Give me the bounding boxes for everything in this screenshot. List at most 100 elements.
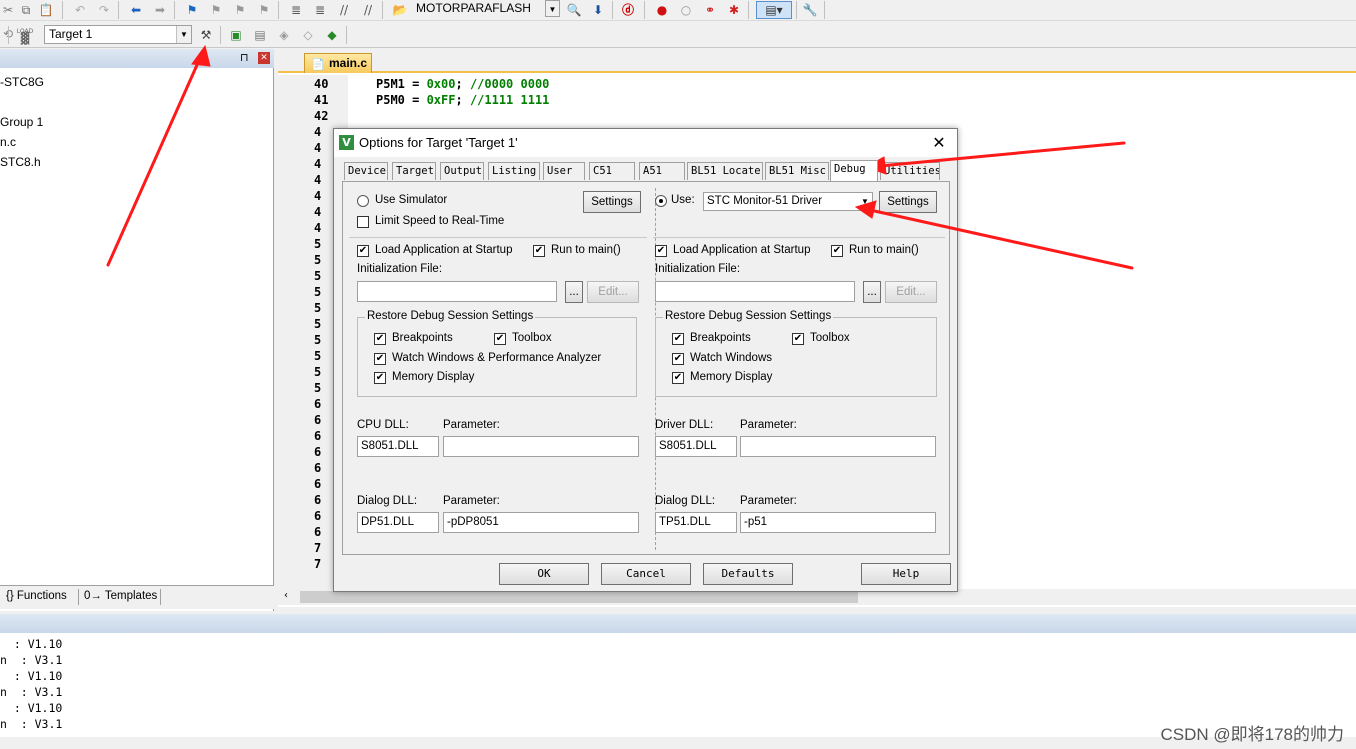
project-item-target[interactable]: -STC8G bbox=[0, 75, 44, 89]
right-toolbox-checkbox[interactable]: ✔ bbox=[792, 333, 804, 345]
left-run-to-main-checkbox[interactable]: ✔ bbox=[533, 245, 545, 257]
line-number: 4 bbox=[314, 125, 322, 139]
tab-c51[interactable]: C51 bbox=[589, 162, 635, 180]
simulator-settings-button[interactable]: Settings bbox=[583, 191, 641, 213]
undo-icon[interactable]: ↶ bbox=[72, 2, 88, 18]
tab-bl51-locate[interactable]: BL51 Locate bbox=[687, 162, 763, 180]
right-watch-checkbox[interactable]: ✔ bbox=[672, 353, 684, 365]
right-load-app-checkbox[interactable]: ✔ bbox=[655, 245, 667, 257]
code-line[interactable]: P5M1 = 0x00; //0000 0000 bbox=[376, 77, 549, 91]
tab-templates[interactable]: 0→ Templates bbox=[84, 590, 157, 602]
use-simulator-radio[interactable] bbox=[357, 195, 369, 207]
left-memory-checkbox[interactable]: ✔ bbox=[374, 372, 386, 384]
copy-icon[interactable]: ⧉ bbox=[18, 2, 34, 18]
find-combo[interactable]: MOTORPARAFLASH ▼ bbox=[412, 0, 560, 19]
bookmark-icon[interactable]: ⚑ bbox=[184, 2, 200, 18]
comment-icon[interactable]: // bbox=[336, 2, 352, 18]
pin-icon[interactable]: ⊓ bbox=[240, 51, 249, 64]
file-extensions-icon[interactable]: ▤ bbox=[252, 27, 268, 43]
disable-breakpoint-icon[interactable]: ○ bbox=[678, 2, 694, 18]
unindent-icon[interactable]: ≣ bbox=[312, 2, 328, 18]
chevron-down-icon[interactable]: ▼ bbox=[176, 26, 191, 43]
help-button[interactable]: Help bbox=[861, 563, 951, 585]
file-tab-main-c[interactable]: 📄 main.c bbox=[304, 53, 372, 73]
download-icon[interactable]: LOAD ▓ bbox=[14, 25, 36, 45]
run-time-environment-icon[interactable]: ◆ bbox=[324, 27, 340, 43]
section-divider bbox=[349, 237, 647, 238]
kill-all-breakpoints-icon[interactable]: ✱ bbox=[726, 2, 742, 18]
left-dialog-dll-input[interactable]: DP51.DLL bbox=[357, 512, 439, 533]
clear-bookmarks-icon[interactable]: ⚑ bbox=[256, 2, 272, 18]
tab-listing[interactable]: Listing bbox=[488, 162, 540, 180]
scrollbar-thumb[interactable] bbox=[300, 591, 858, 603]
configure-icon[interactable]: 🔧 bbox=[802, 2, 818, 18]
tab-user[interactable]: User bbox=[543, 162, 585, 180]
uncomment-icon[interactable]: // bbox=[360, 2, 376, 18]
incremental-find-icon[interactable]: ⬇ bbox=[590, 2, 606, 18]
left-load-app-checkbox[interactable]: ✔ bbox=[357, 245, 369, 257]
manage-components-icon[interactable]: ▣ bbox=[228, 27, 244, 43]
ok-button[interactable]: OK bbox=[499, 563, 589, 585]
right-memory-checkbox[interactable]: ✔ bbox=[672, 372, 684, 384]
pack-installer-icon[interactable]: ◇ bbox=[300, 27, 316, 43]
defaults-button[interactable]: Defaults bbox=[703, 563, 793, 585]
tab-functions[interactable]: {} Functions bbox=[6, 590, 67, 602]
right-edit-button[interactable]: Edit... bbox=[885, 281, 937, 303]
tab-target[interactable]: Target bbox=[392, 162, 436, 180]
driver-settings-button[interactable]: Settings bbox=[879, 191, 937, 213]
prev-bookmark-icon[interactable]: ⚑ bbox=[208, 2, 224, 18]
cancel-button[interactable]: Cancel bbox=[601, 563, 691, 585]
project-item-main-c[interactable]: n.c bbox=[0, 135, 16, 149]
right-run-to-main-checkbox[interactable]: ✔ bbox=[831, 245, 843, 257]
cut-icon[interactable]: ✂ bbox=[0, 2, 16, 18]
debug-start-icon[interactable]: ⓓ bbox=[620, 2, 636, 18]
right-browse-button[interactable]: ... bbox=[863, 281, 881, 303]
close-icon[interactable]: ✕ bbox=[929, 133, 949, 152]
scroll-left-icon[interactable]: ‹ bbox=[284, 590, 288, 601]
left-dialog-param-input[interactable]: -pDP8051 bbox=[443, 512, 639, 533]
tab-device[interactable]: Device bbox=[344, 162, 388, 180]
use-driver-radio[interactable] bbox=[655, 195, 667, 207]
tab-output[interactable]: Output bbox=[440, 162, 484, 180]
project-item-group[interactable]: Group 1 bbox=[0, 115, 43, 129]
left-edit-button[interactable]: Edit... bbox=[587, 281, 639, 303]
tab-a51[interactable]: A51 bbox=[639, 162, 685, 180]
tab-bl51-misc[interactable]: BL51 Misc bbox=[765, 162, 829, 180]
right-dialog-dll-input[interactable]: TP51.DLL bbox=[655, 512, 737, 533]
forward-icon[interactable]: ➡ bbox=[152, 2, 168, 18]
cpu-param-input[interactable] bbox=[443, 436, 639, 457]
debug-driver-select[interactable]: STC Monitor-51 Driver ▼ bbox=[703, 192, 873, 211]
select-software-packs-icon[interactable]: ◈ bbox=[276, 27, 292, 43]
find-icon[interactable]: 🔍 bbox=[566, 2, 582, 18]
left-breakpoints-checkbox[interactable]: ✔ bbox=[374, 333, 386, 345]
driver-param-input[interactable] bbox=[740, 436, 936, 457]
code-line[interactable]: P5M0 = 0xFF; //1111 1111 bbox=[376, 93, 549, 107]
driver-dll-input[interactable]: S8051.DLL bbox=[655, 436, 737, 457]
right-breakpoints-checkbox[interactable]: ✔ bbox=[672, 333, 684, 345]
close-icon[interactable]: ✕ bbox=[258, 52, 270, 64]
next-bookmark-icon[interactable]: ⚑ bbox=[232, 2, 248, 18]
indent-icon[interactable]: ≣ bbox=[288, 2, 304, 18]
right-dialog-param-input[interactable]: -p51 bbox=[740, 512, 936, 533]
breakpoint-icon[interactable]: ● bbox=[654, 2, 670, 18]
limit-speed-checkbox[interactable] bbox=[357, 216, 369, 228]
paste-icon[interactable]: 📋 bbox=[38, 2, 54, 18]
back-icon[interactable]: ⬅ bbox=[128, 2, 144, 18]
tab-debug[interactable]: Debug bbox=[830, 160, 878, 181]
window-layout-icon[interactable]: ▤▾ bbox=[756, 1, 792, 19]
left-toolbox-checkbox[interactable]: ✔ bbox=[494, 333, 506, 345]
find-in-files-icon[interactable]: 📂 bbox=[392, 2, 408, 18]
left-watch-checkbox[interactable]: ✔ bbox=[374, 353, 386, 365]
right-init-file-input[interactable] bbox=[655, 281, 855, 302]
redo-icon[interactable]: ↷ bbox=[96, 2, 112, 18]
target-select[interactable]: Target 1 ▼ bbox=[44, 25, 192, 44]
left-browse-button[interactable]: ... bbox=[565, 281, 583, 303]
options-for-target-icon[interactable]: ⚒ bbox=[198, 27, 214, 43]
project-item-stc8-h[interactable]: STC8.h bbox=[0, 155, 41, 169]
cpu-dll-input[interactable]: S8051.DLL bbox=[357, 436, 439, 457]
disable-all-breakpoints-icon[interactable]: ⚭ bbox=[702, 2, 718, 18]
chevron-down-icon[interactable]: ▼ bbox=[858, 193, 872, 210]
left-init-file-input[interactable] bbox=[357, 281, 557, 302]
chevron-down-icon[interactable]: ▼ bbox=[545, 0, 560, 17]
tab-utilities[interactable]: Utilities bbox=[880, 162, 940, 180]
